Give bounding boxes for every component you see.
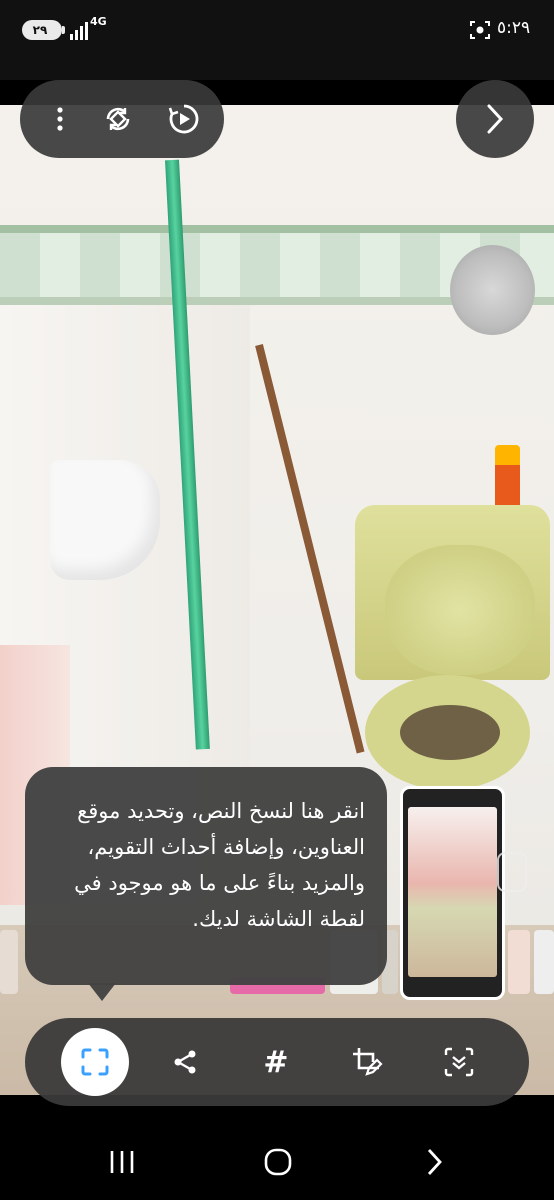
back-button[interactable] (414, 1142, 454, 1182)
toilet-lid (385, 545, 535, 675)
tooltip-text: انقر هنا لنسخ النص، وتحديد موقع العناوين… (74, 799, 365, 931)
home-button[interactable] (258, 1142, 298, 1182)
recents-button[interactable] (102, 1142, 142, 1182)
chevron-right-icon (487, 104, 504, 134)
screen-record-icon (470, 21, 490, 39)
screenshot-toolbar: # (25, 1018, 529, 1106)
expand-icon[interactable] (497, 852, 527, 892)
crop-edit-button[interactable] (337, 1032, 397, 1092)
battery-indicator: ٢٩ (22, 20, 65, 40)
wall-plate (450, 245, 535, 335)
more-vert-icon[interactable] (40, 99, 80, 139)
signal-icon (70, 18, 88, 40)
home-icon (264, 1148, 292, 1176)
back-icon (427, 1149, 442, 1175)
motion-play-icon[interactable] (164, 99, 204, 139)
scan-text-button[interactable] (61, 1028, 129, 1096)
hashtag-icon: # (263, 1044, 289, 1080)
scan-text-icon (81, 1048, 109, 1076)
thumbnail[interactable] (508, 930, 530, 994)
top-controls (20, 80, 224, 158)
current-screenshot-thumbnail[interactable] (400, 786, 505, 1000)
tooltip-pointer (88, 983, 116, 1001)
navigation-bar (0, 1106, 554, 1200)
thumbnail[interactable] (534, 930, 554, 994)
mop-handle (255, 344, 365, 754)
recents-icon (110, 1151, 134, 1173)
network-type: 4G (90, 15, 107, 28)
next-button[interactable] (456, 80, 534, 158)
crop-edit-icon (353, 1048, 383, 1076)
hashtag-button[interactable]: # (246, 1032, 306, 1092)
rotate-icon[interactable] (98, 99, 138, 139)
scroll-capture-icon (444, 1047, 474, 1077)
thumbnail[interactable] (0, 930, 18, 994)
share-icon (174, 1050, 196, 1074)
share-button[interactable] (155, 1032, 215, 1092)
status-bar: ٢٩ 4G ٥:٢٩ (0, 0, 554, 80)
clock: ٥:٢٩ (497, 18, 531, 38)
smart-select-tooltip[interactable]: انقر هنا لنسخ النص، وتحديد موقع العناوين… (25, 767, 387, 985)
scroll-capture-button[interactable] (429, 1032, 489, 1092)
